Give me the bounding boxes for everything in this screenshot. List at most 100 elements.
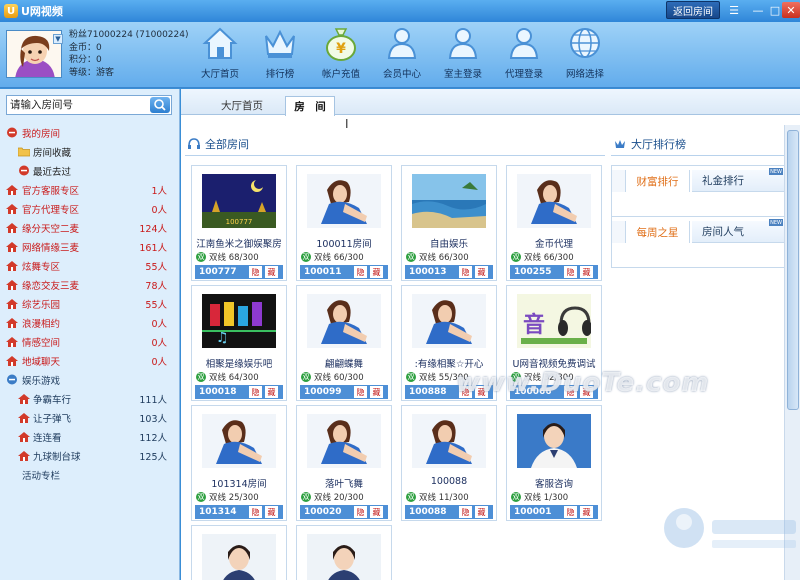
hide-badge[interactable]: 隐 — [249, 266, 262, 278]
hide-badge[interactable]: 隐 — [354, 506, 367, 518]
tab-weekly-star[interactable]: 每周之星 — [626, 221, 690, 243]
tree-recent[interactable]: 最近去过 — [0, 161, 179, 180]
tree-activity[interactable]: 活动专栏 — [0, 465, 179, 484]
room-search-input[interactable] — [10, 97, 148, 113]
tree-zone[interactable]: 炫舞专区 55人 — [0, 256, 179, 275]
maximize-button[interactable]: □ — [768, 2, 782, 18]
nav-ranking[interactable]: 排行榜 — [250, 24, 310, 86]
hide-badge[interactable]: 隐 — [354, 386, 367, 398]
room-card-partial[interactable] — [191, 525, 287, 580]
tree-zone[interactable]: 官方客服专区 1人 — [0, 180, 179, 199]
close-button[interactable]: ✕ — [782, 2, 800, 18]
favorite-badge[interactable]: 藏 — [265, 506, 278, 518]
nav-network-select[interactable]: 网络选择 — [555, 24, 615, 86]
favorite-badge[interactable]: 藏 — [265, 386, 278, 398]
tree-games-header[interactable]: 娱乐游戏 — [0, 370, 179, 389]
dual-line-icon: 双 — [196, 492, 206, 502]
room-line-info: 双双线 66/300 — [511, 251, 599, 263]
hide-badge[interactable]: 隐 — [459, 506, 472, 518]
room-line-info: 双双线 25/300 — [196, 491, 284, 503]
hide-badge[interactable]: 隐 — [354, 266, 367, 278]
tree-favorites[interactable]: 房间收藏 — [0, 142, 179, 161]
nav-label: 大厅首页 — [200, 69, 239, 80]
favorite-badge[interactable]: 藏 — [265, 266, 278, 278]
hide-badge[interactable]: 隐 — [249, 386, 262, 398]
tree-game[interactable]: 争霸车行 111人 — [0, 389, 179, 408]
tree-game[interactable]: 九球制台球 125人 — [0, 446, 179, 465]
tab-lobby-home[interactable]: 大厅首页 — [207, 96, 277, 115]
room-id-bar: 100020 隐藏 — [300, 505, 388, 519]
room-card[interactable]: 自由娱乐双双线 66/300 100013 隐藏 — [401, 165, 497, 281]
room-card[interactable]: 翩翩蝶舞双双线 60/300 100099 隐藏 — [296, 285, 392, 401]
tree-game[interactable]: 连连看 112人 — [0, 427, 179, 446]
tab-rooms[interactable]: 房 间 — [285, 96, 335, 116]
dual-line-icon: 双 — [511, 252, 521, 262]
favorite-badge[interactable]: 藏 — [370, 266, 383, 278]
zone-label: 炫舞专区 — [22, 261, 61, 273]
room-card[interactable]: 100011房间双双线 66/300 100011 隐藏 — [296, 165, 392, 281]
room-card[interactable]: ♫ 相聚是缘娱乐吧双双线 64/300 100018 隐藏 — [191, 285, 287, 401]
nav-lobby-home[interactable]: 大厅首页 — [190, 24, 250, 86]
menu-button[interactable]: ☰ — [722, 2, 746, 18]
return-room-button[interactable]: 返回房间 — [666, 1, 720, 19]
tree-zone[interactable]: 网络情缘三麦 161人 — [0, 237, 179, 256]
search-button[interactable] — [150, 97, 170, 113]
nav-member-center[interactable]: 会员中心 — [372, 24, 432, 86]
headset-icon — [188, 138, 200, 149]
tree-zone[interactable]: 缘恋交友三麦 78人 — [0, 275, 179, 294]
nav-label: 排行榜 — [265, 69, 295, 80]
favorite-badge[interactable]: 藏 — [475, 506, 488, 518]
room-card[interactable]: 客服咨询双双线 1/300 100001 隐藏 — [506, 405, 602, 521]
tree-game[interactable]: 让子弹飞 103人 — [0, 408, 179, 427]
money-bag-icon: ¥ — [326, 28, 356, 61]
room-card[interactable]: 金币代理双双线 66/300 100255 隐藏 — [506, 165, 602, 281]
favorite-badge[interactable]: 藏 — [370, 386, 383, 398]
favorite-badge[interactable]: 藏 — [580, 506, 593, 518]
nav-host-login[interactable]: 室主登录 — [433, 24, 493, 86]
tree-zone[interactable]: 缘分天空二麦 124人 — [0, 218, 179, 237]
favorite-badge[interactable]: 藏 — [580, 266, 593, 278]
tree-zone[interactable]: 地域聊天 0人 — [0, 351, 179, 370]
hide-badge[interactable]: 隐 — [564, 506, 577, 518]
dual-line-icon: 双 — [406, 372, 416, 382]
room-card[interactable]: 100088 双双线 11/300 100088 隐藏 — [401, 405, 497, 521]
house-icon — [18, 432, 30, 442]
hide-badge[interactable]: 隐 — [459, 266, 472, 278]
favorite-badge[interactable]: 藏 — [370, 506, 383, 518]
room-occupancy: 双线 60/300 — [314, 373, 364, 383]
nav-agent-login[interactable]: 代理登录 — [494, 24, 554, 86]
crown-icon — [615, 140, 625, 148]
user-info: 粉丝71000224 (71000224) 金币：0 积分：0 等级：游客 — [69, 29, 189, 79]
hide-badge[interactable]: 隐 — [564, 266, 577, 278]
app-title: U网视频 — [21, 5, 63, 18]
room-thumbnail — [517, 174, 591, 228]
minimize-button[interactable]: — — [746, 2, 770, 18]
tree-zone[interactable]: 浪漫相约 0人 — [0, 313, 179, 332]
favorite-badge[interactable]: 藏 — [475, 266, 488, 278]
tree-zone[interactable]: 官方代理专区 0人 — [0, 199, 179, 218]
avatar-dropdown[interactable]: ▼ — [53, 34, 63, 44]
tree-label: 活动专栏 — [22, 470, 61, 482]
service-girl-icon — [307, 534, 381, 580]
room-card[interactable]: 落叶飞舞双双线 20/300 100020 隐藏 — [296, 405, 392, 521]
zone-label: 官方代理专区 — [22, 204, 80, 216]
nav-recharge[interactable]: ¥ 帐户充值 — [311, 24, 371, 86]
room-occupancy: 双线 1/300 — [524, 493, 569, 503]
tree-zone[interactable]: 综艺乐园 55人 — [0, 294, 179, 313]
tab-wealth-rank[interactable]: 财富排行 — [626, 170, 690, 192]
nav-label: 网络选择 — [565, 69, 604, 80]
room-id: 100020 — [304, 507, 342, 517]
hide-badge[interactable]: 隐 — [249, 506, 262, 518]
room-card-partial[interactable] — [296, 525, 392, 580]
room-card[interactable]: 100777 江南鱼米之御娱聚房双双线 68/300 100777 隐藏 — [191, 165, 287, 281]
tree-my-rooms[interactable]: 我的房间 — [0, 123, 179, 142]
crown-icon — [265, 29, 295, 58]
room-id: 100001 — [514, 507, 552, 517]
room-card[interactable]: 101314房间双双线 25/300 101314 隐藏 — [191, 405, 287, 521]
room-thumbnail — [202, 414, 276, 468]
scrollbar-thumb[interactable] — [787, 130, 799, 410]
room-id-bar: 100099 隐藏 — [300, 385, 388, 399]
tree-zone[interactable]: 情感空间 0人 — [0, 332, 179, 351]
room-id: 100018 — [199, 387, 237, 397]
house-icon — [6, 318, 18, 328]
